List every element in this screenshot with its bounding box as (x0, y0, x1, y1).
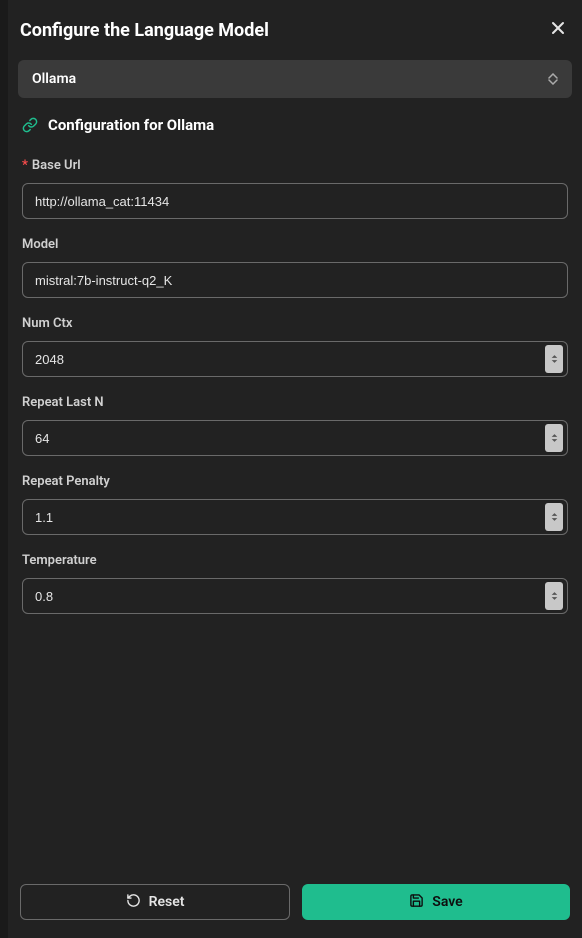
repeat-penalty-input-wrap (22, 499, 568, 535)
save-icon (409, 893, 424, 912)
field-temperature: Temperature (22, 553, 568, 614)
panel-title: Configure the Language Model (20, 20, 269, 41)
config-panel: Configure the Language Model Ollama Conf… (8, 0, 582, 938)
chevron-up-down-icon (548, 73, 558, 85)
num-ctx-input[interactable] (23, 342, 545, 376)
repeat-last-n-stepper[interactable] (545, 424, 563, 452)
repeat-penalty-input[interactable] (23, 500, 545, 534)
field-repeat-penalty: Repeat Penalty (22, 474, 568, 535)
temperature-input[interactable] (23, 579, 545, 613)
panel-header: Configure the Language Model (18, 18, 572, 60)
config-section-heading: Configuration for Ollama (18, 116, 572, 134)
repeat-penalty-stepper[interactable] (545, 503, 563, 531)
field-label-repeat-last-n: Repeat Last N (22, 395, 568, 410)
repeat-last-n-input-wrap (22, 420, 568, 456)
config-section-title: Configuration for Ollama (48, 116, 214, 134)
temperature-input-wrap (22, 578, 568, 614)
close-icon (550, 20, 566, 40)
close-button[interactable] (546, 18, 570, 42)
base-url-input[interactable] (22, 183, 568, 219)
provider-dropdown[interactable]: Ollama (18, 60, 572, 98)
field-label-num-ctx: Num Ctx (22, 316, 568, 331)
field-model: Model (22, 237, 568, 298)
sidebar-sliver (0, 0, 8, 938)
required-indicator: * (22, 158, 28, 173)
save-label: Save (432, 894, 462, 910)
reset-label: Reset (149, 894, 185, 910)
field-label-base-url: * Base Url (22, 158, 568, 173)
field-num-ctx: Num Ctx (22, 316, 568, 377)
field-repeat-last-n: Repeat Last N (22, 395, 568, 456)
field-base-url: * Base Url (22, 158, 568, 219)
reset-button[interactable]: Reset (20, 884, 290, 920)
field-label-temperature: Temperature (22, 553, 568, 568)
temperature-stepper[interactable] (545, 582, 563, 610)
link-icon (22, 117, 38, 133)
field-label-model: Model (22, 237, 568, 252)
model-input[interactable] (22, 262, 568, 298)
save-button[interactable]: Save (302, 884, 570, 920)
num-ctx-input-wrap (22, 341, 568, 377)
num-ctx-stepper[interactable] (545, 345, 563, 373)
reset-icon (126, 893, 141, 912)
form-area: * Base Url Model Num Ctx Repeat Last N (18, 158, 572, 876)
repeat-last-n-input[interactable] (23, 421, 545, 455)
field-label-repeat-penalty: Repeat Penalty (22, 474, 568, 489)
footer-buttons: Reset Save (18, 884, 572, 920)
provider-selected-label: Ollama (32, 71, 76, 87)
